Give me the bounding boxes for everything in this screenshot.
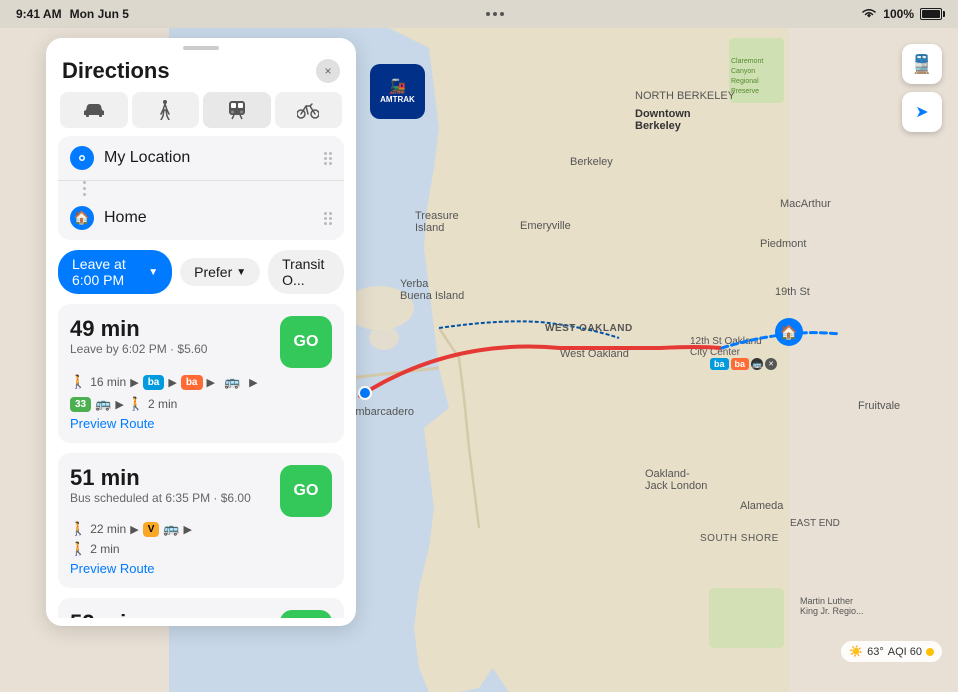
chevron-down-icon: ▼ (148, 267, 158, 278)
tab-transit[interactable] (203, 92, 271, 128)
status-date: Mon Jun 5 (70, 7, 129, 21)
to-input-row[interactable]: 🏠 Home (58, 196, 344, 240)
walk-icon (158, 100, 172, 120)
walk-icon-1b: 🚶 (128, 396, 144, 412)
walk-icon-2b: 🚶 (70, 541, 86, 557)
my-location-dot (358, 386, 372, 400)
route-2-detail: Bus scheduled at 6:35 PM · $6.00 (70, 491, 251, 505)
from-label: My Location (104, 149, 314, 167)
amtrak-logo: 🚂 AMTRAK (370, 64, 425, 119)
to-label: Home (104, 209, 314, 227)
aqi-value: AQI 60 (888, 646, 922, 658)
go-button-2[interactable]: GO (280, 465, 332, 517)
badge-ba-orange: ba (181, 375, 203, 390)
go-button-3[interactable]: GO (280, 610, 332, 618)
route-card-3: 52 min Leave by 6:19 PM · $8.10 GO 🚶 5 m… (58, 598, 344, 618)
route-connector (58, 181, 344, 196)
badge-v: V (143, 522, 160, 537)
options-bar: Leave at 6:00 PM ▼ Prefer ▼ Transit O... (46, 240, 356, 304)
route-3-time: 52 min (70, 610, 207, 618)
transport-tabs (46, 92, 356, 136)
bike-icon (297, 101, 319, 119)
status-right: 100% (861, 7, 942, 21)
route-2-walk-time2: 2 min (90, 542, 119, 556)
tab-walk[interactable] (132, 92, 200, 128)
location-icon (70, 146, 94, 170)
wifi-icon (861, 8, 877, 20)
transit-view-button[interactable]: 🚆 (902, 44, 942, 84)
route-1-walk-time2: 2 min (148, 397, 177, 411)
status-time: 9:41 AM (16, 7, 62, 21)
tab-car[interactable] (60, 92, 128, 128)
temperature: 63° (867, 646, 884, 658)
route-cards: 49 min Leave by 6:02 PM · $5.60 GO 🚶 16 … (46, 304, 356, 618)
transit-options-button[interactable]: Transit O... (268, 250, 344, 294)
car-icon (83, 102, 105, 118)
route-card-2: 51 min Bus scheduled at 6:35 PM · $6.00 … (58, 453, 344, 588)
badge-ba-blue: ba (143, 375, 165, 390)
status-left: 9:41 AM Mon Jun 5 (16, 7, 129, 21)
status-bar: 9:41 AM Mon Jun 5 100% (0, 0, 958, 28)
route-2-icons: 🚶 22 min ▶ V 🚌 ▶ (70, 521, 332, 537)
route-1-detail: Leave by 6:02 PM · $5.60 (70, 342, 207, 356)
home-icon-small: 🏠 (70, 206, 94, 230)
preview-route-1[interactable]: Preview Route (70, 416, 332, 431)
tab-bike[interactable] (275, 92, 343, 128)
aqi-dot (926, 648, 934, 656)
walk-icon-1: 🚶 (70, 374, 86, 390)
bus-icon-2: 🚌 (163, 521, 179, 537)
status-center (486, 12, 504, 16)
route-1-walk-time1: 16 min (90, 375, 126, 389)
bus-icon-1: 🚌 (95, 396, 111, 412)
aqi-badge: ☀️ 63° AQI 60 (841, 641, 942, 662)
route-1-icons-row2: 33 🚌 ▶ 🚶 2 min (70, 396, 332, 412)
panel-title: Directions (62, 58, 170, 84)
route-1-icons: 🚶 16 min ▶ ba ▶ ba ▶ 🚌 ▶ (70, 372, 332, 392)
svg-text:Canyon: Canyon (731, 68, 755, 75)
svg-text:Claremont: Claremont (731, 58, 763, 65)
bart-badges: ba ba 🚌 ✕ (710, 358, 777, 370)
dots-icon (486, 12, 504, 16)
svg-text:Regional: Regional (731, 78, 759, 85)
route-2-walk-time1: 22 min (90, 522, 126, 536)
route-inputs: My Location 🏠 Home (58, 136, 344, 240)
home-pin: 🏠 (775, 318, 803, 346)
badge-33: 33 (70, 397, 91, 412)
prefer-button[interactable]: Prefer ▼ (180, 258, 260, 286)
drag-handle (183, 46, 219, 50)
map-controls: 🚆 ➤ (902, 44, 942, 132)
from-input-row[interactable]: My Location (58, 136, 344, 181)
svg-text:Preserve: Preserve (731, 88, 759, 95)
route-1-time: 49 min (70, 316, 207, 342)
close-button[interactable]: × (316, 59, 340, 83)
panel-header: Directions × (46, 54, 356, 92)
transit-icon (227, 100, 247, 120)
battery-icon (920, 8, 942, 20)
leave-at-button[interactable]: Leave at 6:00 PM ▼ (58, 250, 172, 294)
preview-route-2[interactable]: Preview Route (70, 561, 332, 576)
route-2-time: 51 min (70, 465, 251, 491)
badge-bus: 🚌 (219, 372, 245, 392)
prefer-chevron-icon: ▼ (236, 267, 246, 278)
directions-panel: Directions × (46, 38, 356, 626)
weather-icon: ☀️ (849, 645, 863, 658)
route-2-icons-row2: 🚶 2 min (70, 541, 332, 557)
walk-icon-2: 🚶 (70, 521, 86, 537)
go-button-1[interactable]: GO (280, 316, 332, 368)
reorder-from (324, 152, 332, 165)
route-card-1: 49 min Leave by 6:02 PM · $5.60 GO 🚶 16 … (58, 304, 344, 443)
location-button[interactable]: ➤ (902, 92, 942, 132)
battery-percent: 100% (883, 7, 914, 21)
reorder-to (324, 212, 332, 225)
